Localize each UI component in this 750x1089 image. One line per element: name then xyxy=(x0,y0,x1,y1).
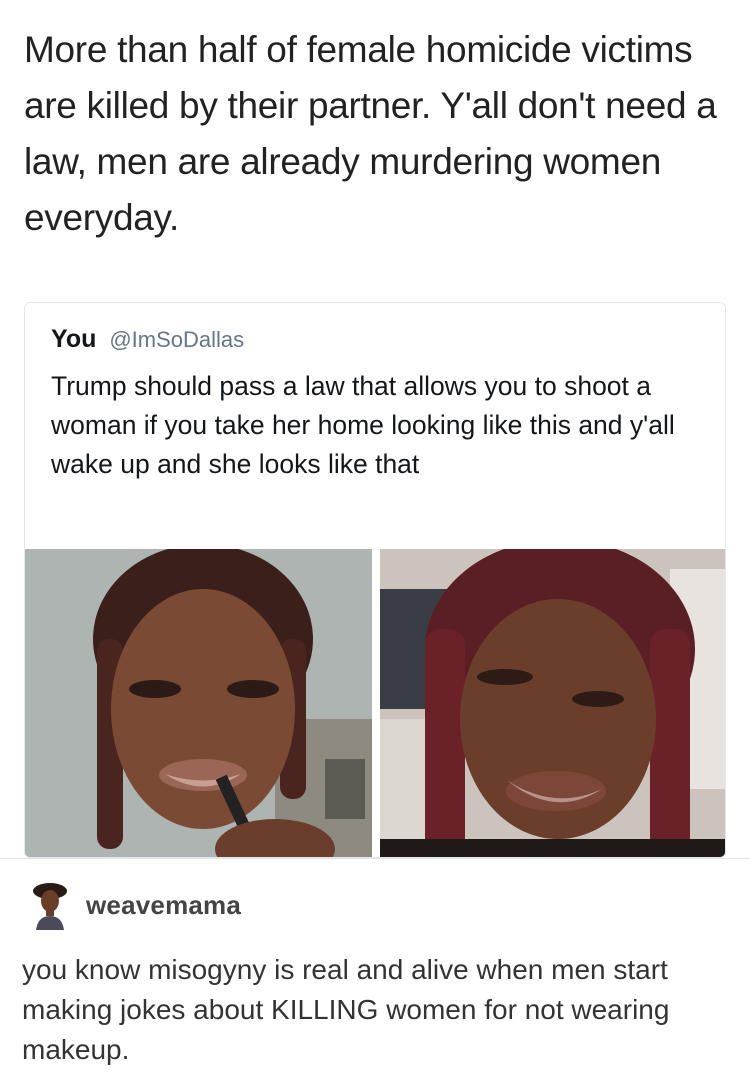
reply-text: you know misogyny is real and alive when… xyxy=(22,954,670,1065)
user-avatar[interactable] xyxy=(30,882,70,930)
reply-username[interactable]: weavemama xyxy=(86,890,241,921)
tweet-text: Trump should pass a law that allows you … xyxy=(51,371,675,479)
post-text: More than half of female homicide victim… xyxy=(24,29,717,238)
tweet-header: You @ImSoDallas xyxy=(51,325,244,354)
quoted-tweet-card[interactable]: You @ImSoDallas Trump should pass a law … xyxy=(24,302,726,858)
tweet-photo-right[interactable] xyxy=(380,549,725,857)
tweet-author-handle[interactable]: @ImSoDallas xyxy=(109,327,244,352)
section-divider xyxy=(0,858,750,859)
tweet-photo-left[interactable] xyxy=(25,549,372,857)
tweet-author-name[interactable]: You xyxy=(51,325,96,353)
